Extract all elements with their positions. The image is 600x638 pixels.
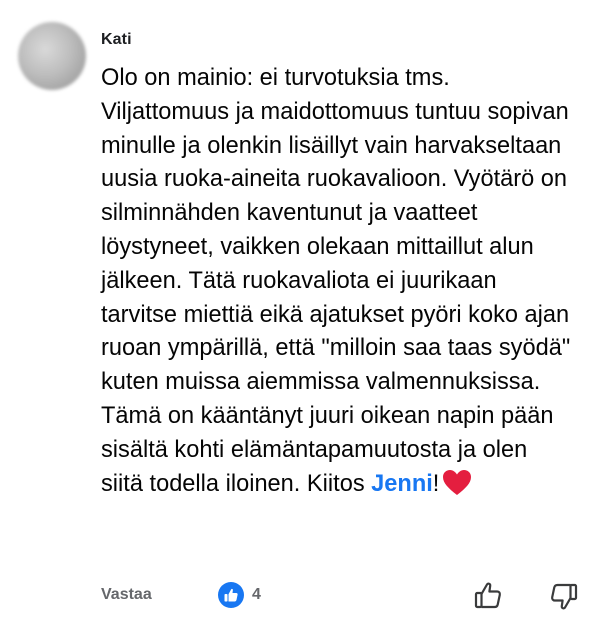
comment-text-end: ! [432,470,440,497]
comment-text: Olo on mainio: ei turvotuksia tms. Vilja… [101,65,571,497]
mention-link[interactable]: Jenni [371,471,433,497]
thumbs-up-icon [224,588,238,602]
like-count: 4 [252,586,261,603]
comment-author[interactable]: Kati [101,31,132,49]
like-reactions[interactable]: 4 [218,582,261,608]
upvote-button[interactable] [473,580,503,612]
thumbs-up-outline-icon [474,582,501,609]
comment: Kati Olo on mainio: ei turvotuksia tms. … [0,0,600,638]
avatar[interactable] [18,22,86,90]
like-badge [218,582,244,608]
comment-actions: Vastaa 4 [101,580,581,614]
heart-icon [442,469,472,507]
downvote-button[interactable] [549,580,579,612]
thumbs-down-outline-icon [551,583,578,610]
reply-button[interactable]: Vastaa [101,586,152,604]
comment-body: Olo on mainio: ei turvotuksia tms. Vilja… [101,62,571,506]
